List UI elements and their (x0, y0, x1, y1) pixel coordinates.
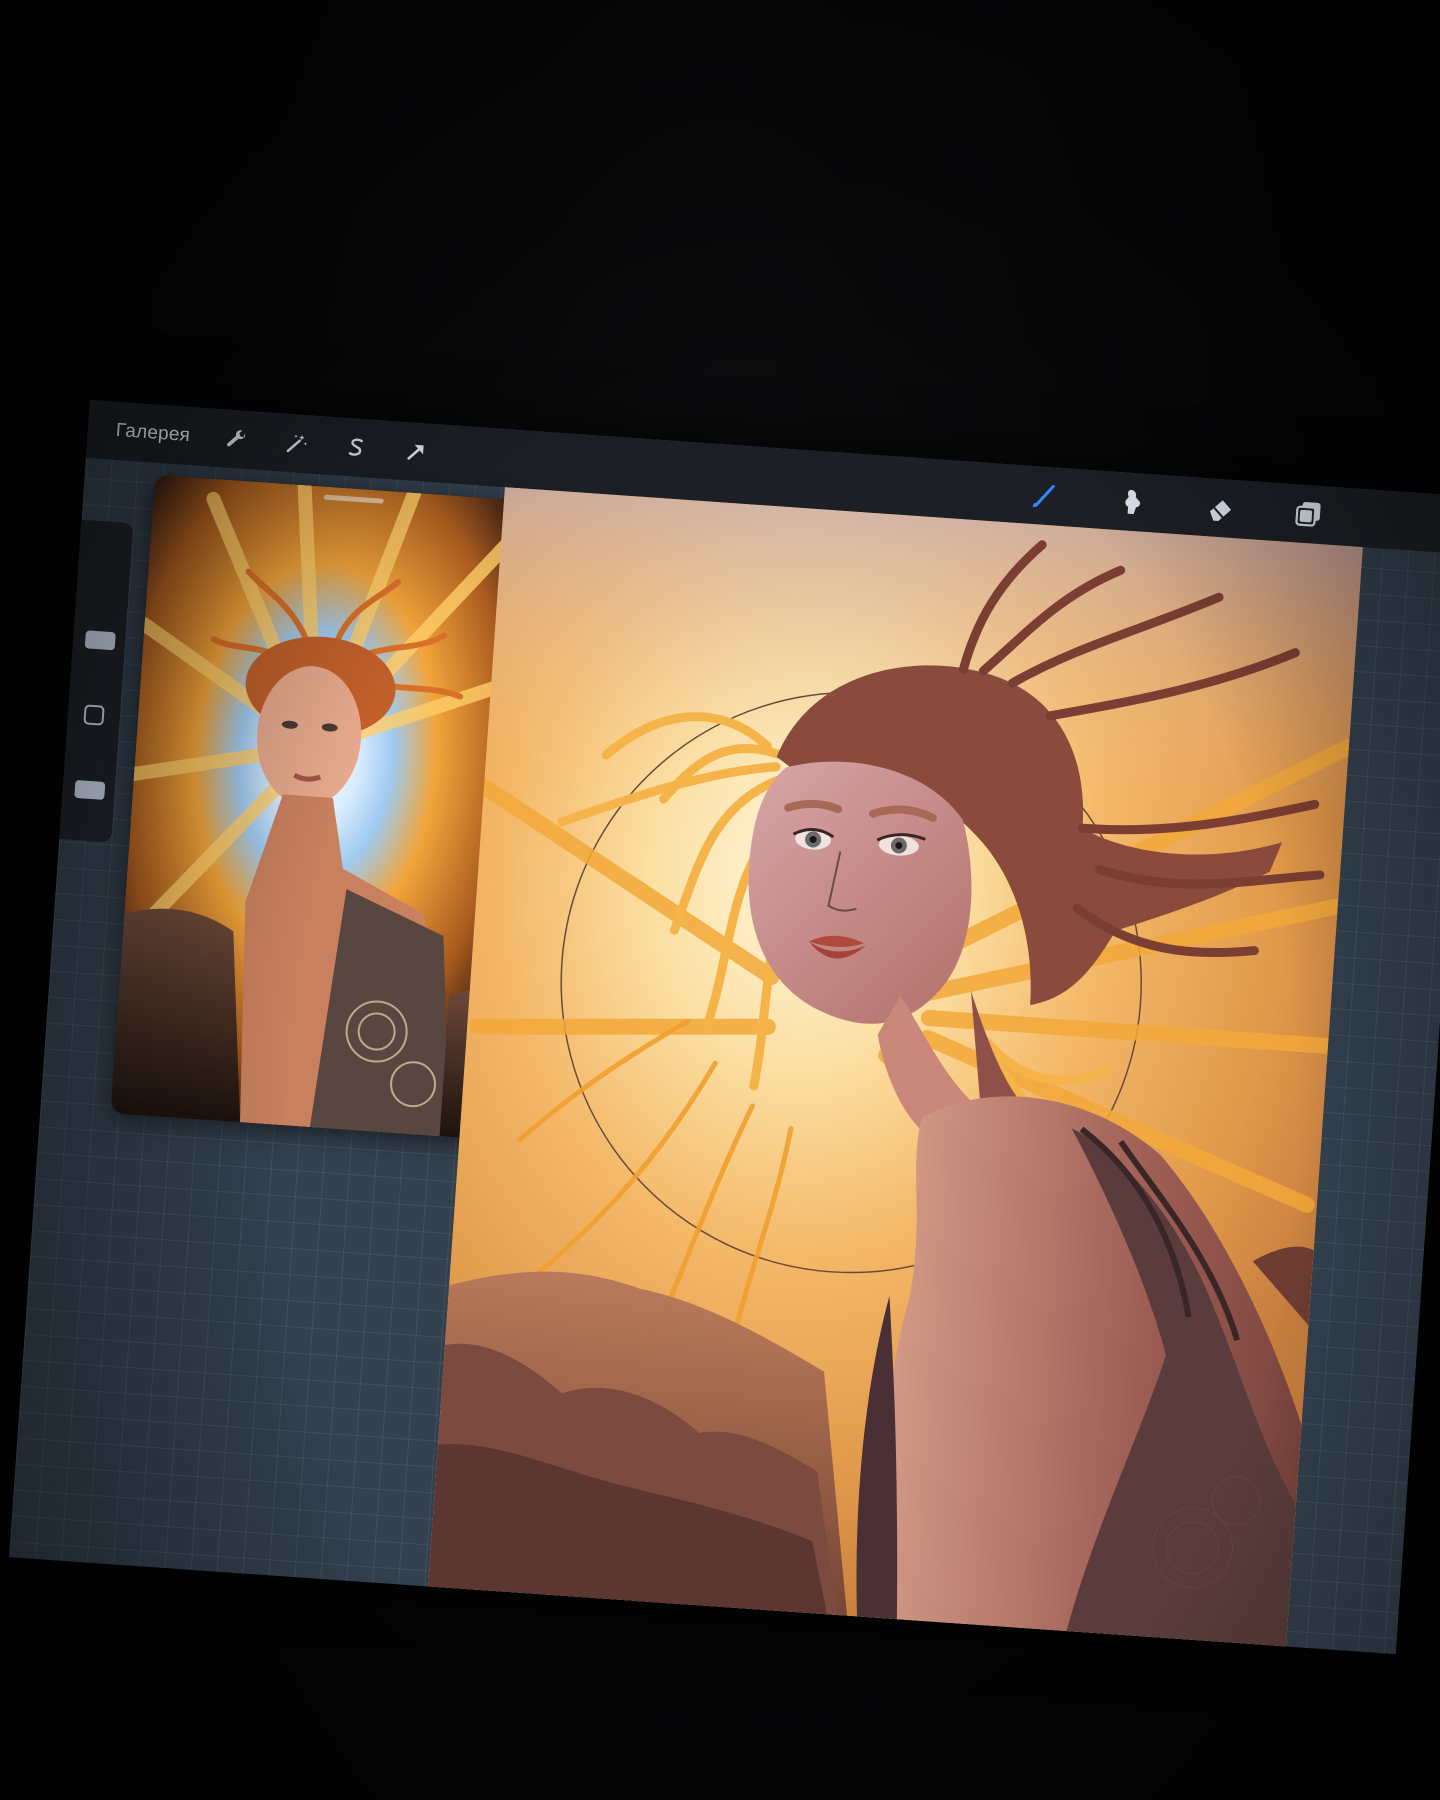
modify-button[interactable] (83, 704, 105, 726)
eraser-icon[interactable] (1202, 490, 1238, 526)
photo-background: Галерея (0, 0, 1440, 1800)
layers-icon[interactable] (1290, 496, 1326, 532)
magic-wand-icon[interactable] (283, 430, 311, 458)
brush-icon[interactable] (1026, 478, 1062, 514)
brush-size-slider[interactable] (84, 630, 116, 651)
wrench-icon[interactable] (223, 425, 251, 453)
drawing-canvas[interactable] (428, 487, 1363, 1647)
toolbar-left-group: Галерея (87, 416, 430, 466)
opacity-slider[interactable] (74, 779, 106, 800)
tablet-screen: Галерея (9, 400, 1440, 1655)
gallery-button[interactable]: Галерея (115, 420, 191, 447)
arrow-icon[interactable] (403, 438, 431, 466)
selection-s-icon[interactable] (343, 434, 371, 462)
canvas-artwork (428, 487, 1363, 1647)
smudge-icon[interactable] (1114, 484, 1150, 520)
